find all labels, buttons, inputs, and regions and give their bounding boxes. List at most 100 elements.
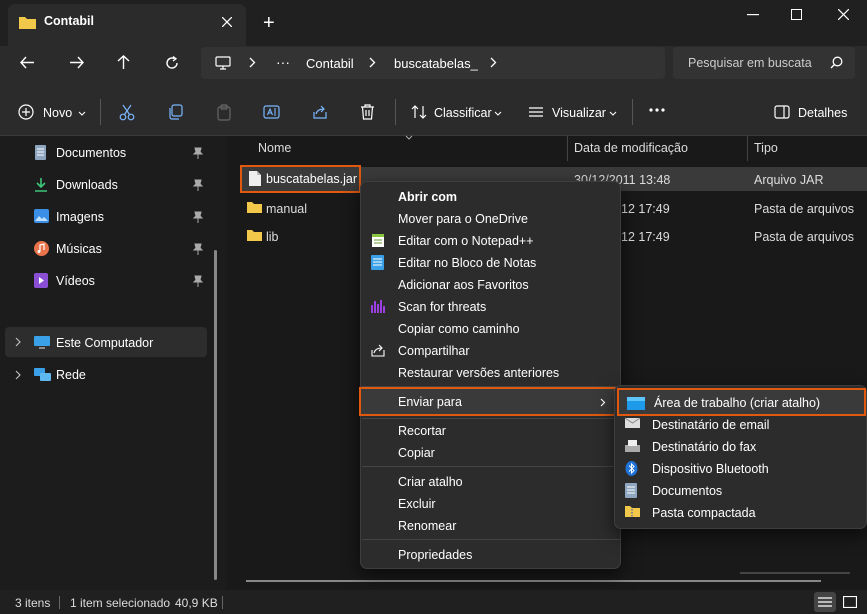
status-divider	[59, 596, 60, 609]
computer-icon[interactable]	[215, 56, 231, 70]
menu-item-share[interactable]: Compartilhar	[361, 340, 622, 362]
chevron-right-icon[interactable]	[249, 57, 256, 68]
scan-icon	[371, 299, 385, 314]
menu-item-scan-threats[interactable]: Scan for threats	[361, 296, 622, 318]
submenu-item-bluetooth[interactable]: Dispositivo Bluetooth	[615, 458, 867, 480]
menu-item-edit-notepad[interactable]: Editar no Bloco de Notas	[361, 252, 622, 274]
folder-icon	[247, 201, 262, 213]
pin-icon[interactable]	[193, 147, 203, 159]
sidebar-item-este-computador[interactable]: Este Computador	[5, 327, 207, 357]
close-tab-icon[interactable]	[222, 17, 232, 27]
toolbar-divider	[100, 99, 101, 125]
pin-icon[interactable]	[193, 243, 203, 255]
refresh-icon[interactable]	[165, 56, 179, 70]
sidebar-item-imagens[interactable]: Imagens	[30, 203, 220, 231]
menu-item-rename[interactable]: Renomear	[361, 515, 622, 537]
mail-icon	[625, 417, 640, 429]
menu-item-edit-notepadpp[interactable]: Editar com o Notepad++	[361, 230, 622, 252]
file-name: buscatabelas.jar	[266, 172, 358, 186]
column-divider[interactable]	[567, 136, 568, 161]
menu-item-send-to[interactable]: Enviar para	[359, 387, 616, 416]
submenu-item-documents[interactable]: Documentos	[615, 480, 867, 502]
pin-icon[interactable]	[193, 179, 203, 191]
rename-icon[interactable]	[263, 104, 280, 120]
details-label: Detalhes	[798, 106, 848, 120]
submenu-item-zip[interactable]: Pasta compactada	[615, 502, 867, 524]
menu-item-open-with[interactable]: Abrir com	[361, 186, 622, 208]
sidebar-item-label: Downloads	[56, 178, 118, 192]
submenu-item-desktop[interactable]: Área de trabalho (criar atalho)	[617, 388, 866, 416]
tiles-icon	[843, 596, 857, 608]
breadcrumb-buscatabelas[interactable]: buscatabelas_	[394, 56, 478, 71]
notepadpp-icon	[371, 233, 385, 248]
selected-file-name[interactable]: buscatabelas.jar	[240, 165, 361, 193]
minimize-icon[interactable]	[747, 14, 759, 16]
forward-arrow-icon[interactable]	[69, 56, 84, 69]
column-divider[interactable]	[747, 136, 748, 161]
menu-item-move-onedrive[interactable]: Mover para o OneDrive	[361, 208, 622, 230]
submenu-item-email[interactable]: Destinatário de email	[615, 414, 867, 436]
sidebar-item-label: Vídeos	[56, 274, 95, 288]
breadcrumb-contabil[interactable]: Contabil	[306, 56, 354, 71]
sidebar-item-documentos[interactable]: Documentos	[30, 139, 220, 167]
sidebar-item-musicas[interactable]: Músicas	[30, 235, 220, 263]
more-locations-icon[interactable]: ···	[276, 54, 290, 70]
chevron-right-icon[interactable]	[369, 57, 376, 68]
document-icon	[34, 145, 47, 161]
folder-icon	[19, 15, 36, 29]
file-name: manual	[266, 202, 307, 216]
new-tab-button[interactable]: +	[263, 12, 275, 35]
music-icon	[34, 241, 49, 256]
file-date: 12 17:49	[621, 230, 670, 244]
sidebar-item-downloads[interactable]: Downloads	[30, 171, 220, 199]
menu-item-add-favorites[interactable]: Adicionar aos Favoritos	[361, 274, 622, 296]
share-icon[interactable]	[312, 104, 328, 120]
submenu-item-fax[interactable]: Destinatário do fax	[615, 436, 867, 458]
paste-icon	[216, 104, 232, 121]
chevron-right-icon[interactable]	[490, 57, 497, 68]
video-icon	[34, 273, 48, 288]
details-view-toggle[interactable]	[814, 592, 836, 612]
search-placeholder: Pesquisar em buscata	[688, 56, 812, 70]
sort-indicator-icon	[405, 135, 413, 140]
download-icon	[34, 177, 48, 192]
menu-item-properties[interactable]: Propriedades	[361, 544, 622, 566]
folder-icon	[247, 229, 262, 241]
menu-item-cut[interactable]: Recortar	[361, 420, 622, 442]
file-name: lib	[266, 230, 279, 244]
cut-icon[interactable]	[119, 104, 135, 121]
menu-item-create-shortcut[interactable]: Criar atalho	[361, 471, 622, 493]
bluetooth-icon	[625, 461, 638, 476]
tiles-view-toggle[interactable]	[840, 592, 860, 612]
maximize-icon[interactable]	[791, 9, 802, 20]
notepad-icon	[371, 255, 384, 270]
pin-icon[interactable]	[193, 211, 203, 223]
computer-icon	[34, 336, 50, 349]
pin-icon[interactable]	[193, 275, 203, 287]
column-header-date[interactable]: Data de modificação	[574, 141, 688, 155]
delete-icon[interactable]	[360, 104, 375, 120]
close-window-icon[interactable]	[838, 9, 849, 20]
sidebar-item-label: Rede	[56, 368, 86, 382]
search-input[interactable]: Pesquisar em buscata	[673, 47, 855, 79]
sidebar-scrollbar[interactable]	[214, 250, 217, 580]
search-icon[interactable]	[830, 56, 843, 69]
sidebar-item-videos[interactable]: Vídeos	[30, 267, 220, 295]
horizontal-scrollbar[interactable]	[246, 580, 821, 582]
menu-divider	[362, 418, 621, 419]
column-header-name[interactable]: Nome	[258, 141, 291, 155]
column-header-type[interactable]: Tipo	[754, 141, 778, 155]
more-options-icon[interactable]	[649, 108, 665, 112]
item-count: 3 itens	[15, 596, 51, 610]
back-arrow-icon[interactable]	[20, 56, 35, 69]
copy-icon[interactable]	[168, 104, 184, 120]
menu-item-delete[interactable]: Excluir	[361, 493, 622, 515]
up-arrow-icon[interactable]	[117, 55, 130, 70]
sidebar-item-rede[interactable]: Rede	[5, 360, 207, 390]
menu-item-restore-versions[interactable]: Restaurar versões anteriores	[361, 362, 622, 384]
file-type: Pasta de arquivos	[754, 202, 855, 216]
menu-item-copy-path[interactable]: Copiar como caminho	[361, 318, 622, 340]
sidebar-item-label: Documentos	[56, 146, 127, 160]
file-icon	[249, 171, 261, 186]
menu-item-copy[interactable]: Copiar	[361, 442, 622, 464]
